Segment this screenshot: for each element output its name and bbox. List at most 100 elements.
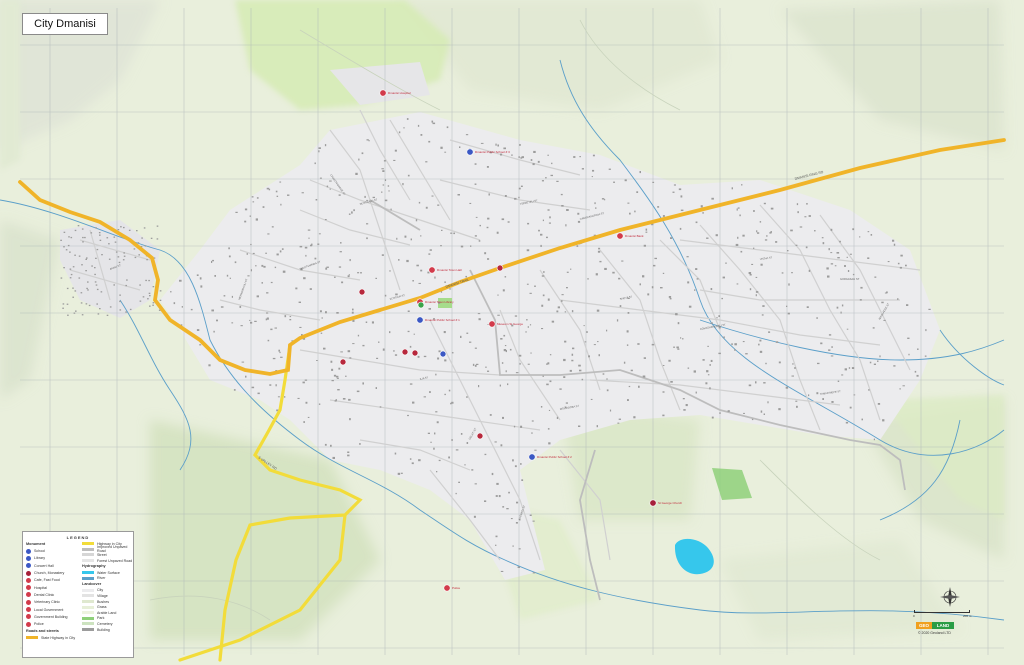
building [852,228,855,231]
poi-marker[interactable] [416,316,424,324]
building [502,289,505,292]
building [756,230,758,233]
poi-marker[interactable] [476,432,484,440]
building [340,351,343,353]
building [556,180,559,182]
building [428,253,431,255]
building [597,250,601,253]
legend-item-label: Water Surface [97,570,120,575]
building [753,247,755,249]
legend-road-list: Highway in City Improved Unpaved Road Stre… [82,541,134,563]
legend-item: Veterinary Clinic [26,599,82,606]
building [816,392,819,395]
poi-marker[interactable] [358,288,366,296]
building [831,346,833,348]
building [799,226,803,228]
building [88,304,91,307]
building [348,213,351,215]
poi-marker[interactable] [443,584,451,592]
building [384,179,387,181]
building [234,261,237,264]
building [318,233,321,235]
building [152,286,155,288]
building [435,411,438,413]
building [65,249,68,251]
building [672,191,675,193]
poi-label: Museum St George [497,322,523,326]
building [228,247,230,250]
building [886,291,888,293]
building [250,269,252,272]
building [742,341,745,343]
building [228,255,231,258]
building [565,224,567,227]
building [347,454,350,457]
building [72,296,74,298]
building [595,273,598,276]
building [302,381,305,384]
legend-title: LEGEND [66,535,90,540]
legend-item: Library [26,555,82,562]
building [100,291,103,293]
building [211,309,214,312]
building [860,286,863,289]
building [72,266,75,268]
legend-item: Local Government [26,606,82,613]
poi-marker[interactable] [401,348,409,356]
building [464,464,466,466]
building [125,284,127,287]
city-map[interactable]: DMANISI RING RD DMANISI TRAIL S VALLEY R… [0,0,1024,665]
legend-symbol-icon [26,577,31,583]
building [256,295,259,298]
legend-item-label: Cemetery [97,621,113,626]
poi-marker[interactable] [428,266,436,274]
building [356,390,360,393]
poi-marker[interactable] [466,148,474,156]
building [484,453,487,456]
building [318,150,320,153]
building [770,207,774,210]
poi-marker[interactable] [488,320,496,328]
building [337,389,340,391]
building [349,357,352,359]
building [599,260,602,263]
building [113,284,115,286]
legend-swatch [82,594,94,598]
poi-marker[interactable] [439,350,447,358]
building [495,495,498,497]
building [429,249,432,251]
building [384,199,388,202]
building [741,184,743,186]
building [581,168,584,170]
poi-marker[interactable] [339,358,347,366]
legend-item: Government Building [26,613,82,620]
building [423,396,426,398]
building [382,184,385,186]
building [548,222,551,224]
poi-marker[interactable] [528,453,536,461]
building [475,216,478,218]
poi-marker[interactable] [411,349,419,357]
building [379,406,382,408]
building [806,306,809,308]
building [608,168,611,170]
north-arrow-icon [940,587,960,607]
building [437,357,440,360]
building [740,250,743,253]
building [872,327,875,329]
building [451,439,453,441]
building [859,236,861,238]
poi-marker[interactable] [616,232,624,240]
building [304,379,308,381]
poi-marker[interactable] [649,499,657,507]
building [267,339,270,342]
building [382,170,385,172]
poi-marker[interactable] [496,264,504,272]
poi-marker[interactable] [379,89,387,97]
building [63,231,66,233]
building [477,313,481,315]
poi-label: Dmanisi Public School # 1 [425,318,460,322]
poi-label: Police [452,586,461,590]
poi-marker[interactable] [417,301,425,309]
building [136,230,138,232]
